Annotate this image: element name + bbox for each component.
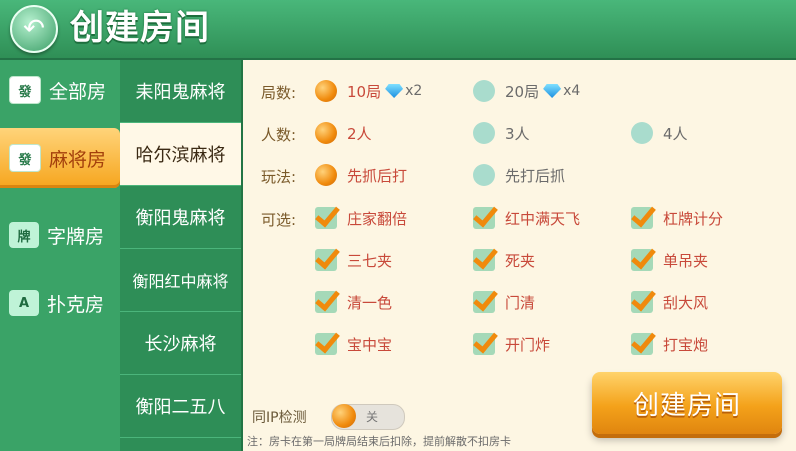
diamond-icon: [385, 84, 404, 98]
checkbox-checked-icon: [315, 333, 337, 355]
checkbox-checked-icon: [473, 249, 495, 271]
radio-unselected-icon: [473, 80, 495, 102]
checkbox-checked-icon: [631, 291, 653, 313]
checkbox-checked-icon: [473, 207, 495, 229]
checkbox-checked-icon: [315, 207, 337, 229]
page-title: 创建房间: [70, 8, 210, 48]
rounds-option-10[interactable]: 10局 x2: [315, 75, 422, 107]
optional-label: 可选:: [261, 211, 297, 229]
game-item-hengyang-gui[interactable]: 衡阳鬼麻将: [120, 186, 241, 249]
playmode-option-discard-first[interactable]: 先打后抓: [473, 159, 565, 191]
category-word-card-rooms[interactable]: 牌 字牌房: [0, 205, 120, 265]
category-all-rooms[interactable]: 發 全部房: [0, 60, 120, 120]
optional-checkbox[interactable]: 庄家翻倍: [315, 202, 407, 234]
game-item-hengyang-258[interactable]: 衡阳二五八: [120, 375, 241, 438]
checkbox-checked-icon: [473, 291, 495, 313]
players-option-2[interactable]: 2人: [315, 117, 372, 149]
mahjong-tile-icon: 發: [9, 76, 41, 104]
game-item-hengyang-hongzhong[interactable]: 衡阳红中麻将: [120, 249, 241, 312]
rounds-label: 局数:: [261, 84, 297, 102]
players-option-4[interactable]: 4人: [631, 117, 688, 149]
rounds-option-20[interactable]: 20局 x4: [473, 75, 580, 107]
back-arrow-icon: ↶: [23, 14, 45, 44]
checkbox-checked-icon: [315, 291, 337, 313]
ip-check-toggle[interactable]: 关: [331, 404, 405, 430]
game-item-changsha[interactable]: 长沙麻将: [120, 312, 241, 375]
players-option-3[interactable]: 3人: [473, 117, 530, 149]
playmode-option-draw-first[interactable]: 先抓后打: [315, 159, 407, 191]
create-room-button[interactable]: 创建房间: [592, 372, 782, 434]
players-label: 人数:: [261, 126, 297, 144]
category-sidebar: 發 全部房 發 麻将房 牌 字牌房 A 扑克房: [0, 60, 120, 451]
diamond-icon: [543, 84, 562, 98]
back-button[interactable]: ↶: [10, 5, 58, 53]
radio-unselected-icon: [473, 122, 495, 144]
category-mahjong-rooms[interactable]: 發 麻将房: [0, 128, 120, 188]
optional-checkbox[interactable]: 门清: [473, 286, 535, 318]
checkbox-checked-icon: [473, 333, 495, 355]
checkbox-checked-icon: [631, 207, 653, 229]
checkbox-checked-icon: [315, 249, 337, 271]
optional-checkbox[interactable]: 三七夹: [315, 244, 392, 276]
checkbox-checked-icon: [631, 249, 653, 271]
optional-checkbox[interactable]: 杠牌计分: [631, 202, 723, 234]
radio-selected-icon: [315, 164, 337, 186]
toggle-knob: [332, 404, 356, 428]
playmode-label: 玩法:: [261, 168, 297, 186]
optional-checkbox[interactable]: 清一色: [315, 286, 392, 318]
radio-unselected-icon: [473, 164, 495, 186]
optional-checkbox[interactable]: 刮大风: [631, 286, 708, 318]
radio-selected-icon: [315, 80, 337, 102]
ip-check-label: 同IP检测: [252, 410, 307, 426]
category-label: 麻将房: [49, 148, 107, 171]
mahjong-tile-icon: 發: [9, 144, 41, 172]
optional-checkbox[interactable]: 死夹: [473, 244, 535, 276]
game-item-leiyang-gui[interactable]: 耒阳鬼麻将: [120, 60, 241, 123]
optional-checkbox[interactable]: 宝中宝: [315, 328, 392, 360]
game-item-harbin[interactable]: 哈尔滨麻将: [120, 123, 241, 186]
checkbox-checked-icon: [631, 333, 653, 355]
category-label: 扑克房: [47, 293, 105, 316]
optional-checkbox[interactable]: 打宝炮: [631, 328, 708, 360]
optional-checkbox[interactable]: 单吊夹: [631, 244, 708, 276]
header-bar: ↶ 创建房间: [0, 0, 796, 60]
category-label: 字牌房: [47, 225, 105, 248]
room-card-note: 注：房卡在第一局牌局结束后扣除，提前解散不扣房卡: [247, 435, 511, 448]
playing-cards-icon: A: [9, 290, 39, 316]
category-label: 全部房: [49, 80, 107, 103]
optional-checkbox[interactable]: 开门炸: [473, 328, 550, 360]
game-list: 耒阳鬼麻将 哈尔滨麻将 衡阳鬼麻将 衡阳红中麻将 长沙麻将 衡阳二五八: [120, 60, 243, 451]
radio-selected-icon: [315, 122, 337, 144]
toggle-state-text: 关: [366, 410, 379, 424]
radio-unselected-icon: [631, 122, 653, 144]
category-poker-rooms[interactable]: A 扑克房: [0, 273, 120, 333]
optional-checkbox[interactable]: 红中满天飞: [473, 202, 580, 234]
word-cards-icon: 牌: [9, 222, 39, 248]
